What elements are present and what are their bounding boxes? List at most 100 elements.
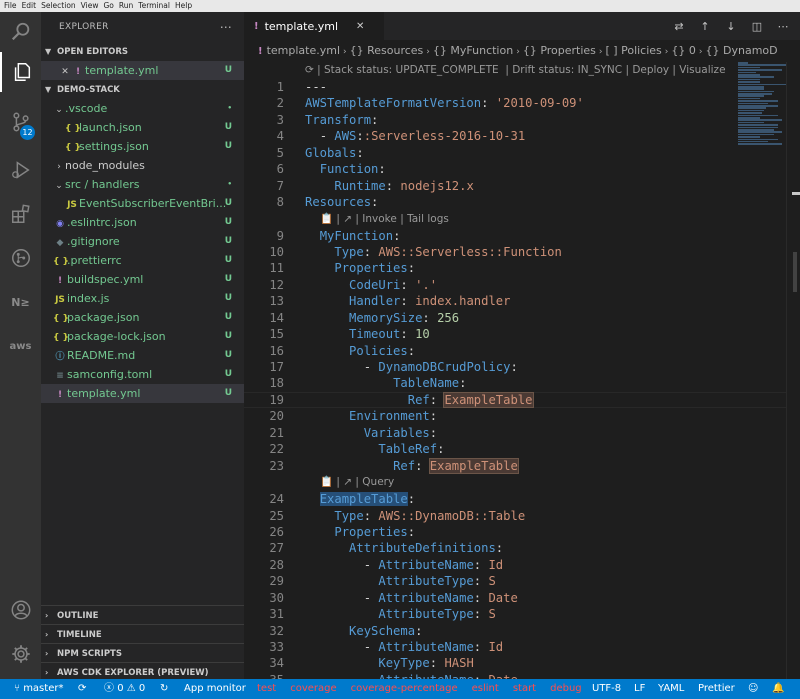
file-item[interactable]: JS index.js U <box>41 289 244 308</box>
code-line[interactable]: 32 KeySchema: <box>244 623 800 639</box>
file-item[interactable]: ◉ .eslintrc.json U <box>41 213 244 232</box>
code-line[interactable]: 25 Type: AWS::DynamoDB::Table <box>244 508 800 524</box>
code-lens[interactable]: 📋 | ↗ | Invoke | Tail logs <box>244 211 800 228</box>
breadcrumb-item[interactable]: Resources <box>367 44 423 57</box>
section-header[interactable]: › OUTLINE <box>41 605 244 624</box>
section-header[interactable]: › NPM SCRIPTS <box>41 643 244 662</box>
file-item[interactable]: JS EventSubscriberEventBri... U <box>41 194 244 213</box>
source-control-activity[interactable]: 12 <box>0 102 41 142</box>
code-line[interactable]: 28 - AttributeName: Id <box>244 557 800 573</box>
file-item[interactable]: ! buildspec.yml U <box>41 270 244 289</box>
file-item[interactable]: ⓘ README.md U <box>41 346 244 365</box>
npm-script-debug[interactable]: debug <box>550 683 582 694</box>
breadcrumb-item[interactable]: MyFunction <box>450 44 513 57</box>
aws-activity[interactable]: aws <box>0 326 41 366</box>
npm-script-start[interactable]: start <box>513 683 536 694</box>
feedback-icon[interactable]: ☺ <box>748 679 758 699</box>
code-line[interactable]: 26 Properties: <box>244 524 800 540</box>
breadcrumb-item[interactable]: Properties <box>540 44 596 57</box>
npm-script-coverage-percentage[interactable]: coverage-percentage <box>351 683 458 694</box>
split-editor-icon[interactable]: ◫ <box>744 20 770 33</box>
breadcrumb-item[interactable]: template.yml <box>267 44 340 57</box>
explorer-activity[interactable] <box>0 52 41 92</box>
code-line[interactable]: 5 Globals: <box>244 145 800 161</box>
code-line[interactable]: 23 Ref: ExampleTable <box>244 457 800 474</box>
code-lens-text[interactable]: 📋 | ↗ | Query <box>320 474 394 491</box>
folder-item[interactable]: › node_modules <box>41 156 244 175</box>
scrollbar-thumb[interactable] <box>793 252 797 292</box>
code-line[interactable]: 6 Function: <box>244 161 800 177</box>
folder-item[interactable]: ⌄ src / handlers • <box>41 175 244 194</box>
menu-item[interactable]: File <box>4 1 17 10</box>
code-line[interactable]: 4 - AWS::Serverless-2016-10-31 <box>244 128 800 144</box>
menu-item[interactable]: Help <box>175 1 192 10</box>
tab-template-yml[interactable]: ! template.yml ✕ <box>244 12 384 40</box>
file-item[interactable]: { }package.json U <box>41 308 244 327</box>
section-header[interactable]: › AWS CDK EXPLORER (PREVIEW) <box>41 662 244 679</box>
eol-status[interactable]: LF <box>634 679 645 699</box>
breadcrumb-item[interactable]: 0 <box>689 44 696 57</box>
menu-item[interactable]: Edit <box>22 1 37 10</box>
code-line[interactable]: 7 Runtime: nodejs12.x <box>244 178 800 194</box>
minimap[interactable] <box>738 62 798 145</box>
close-icon[interactable]: ✕ <box>59 63 71 80</box>
previous-change-icon[interactable]: ↑ <box>692 20 718 33</box>
file-item[interactable]: ◆ .gitignore U <box>41 232 244 251</box>
code-lens[interactable]: 📋 | ↗ | Query <box>244 474 800 491</box>
file-item[interactable]: { }settings.json U <box>41 137 244 156</box>
code-line[interactable]: 27 AttributeDefinitions: <box>244 540 800 556</box>
remote-activity[interactable] <box>0 238 41 278</box>
open-editor-item[interactable]: ✕! template.yml U <box>41 61 244 80</box>
code-line[interactable]: 2 AWSTemplateFormatVersion: '2010-09-09' <box>244 95 800 111</box>
search-activity[interactable] <box>0 12 41 52</box>
menu-item[interactable]: Go <box>103 1 113 10</box>
code-line[interactable]: 21 Variables: <box>244 425 800 441</box>
code-lens-text[interactable]: ⟳ | Stack status: UPDATE_COMPLETE | Drif… <box>305 62 726 79</box>
code-line[interactable]: 17 - DynamoDBCrudPolicy: <box>244 359 800 375</box>
open-changes-icon[interactable]: ⇄ <box>666 20 692 33</box>
code-line[interactable]: 3 Transform: <box>244 112 800 128</box>
more-actions-icon[interactable]: ⋯ <box>220 12 232 42</box>
folder-header[interactable]: ▼ DEMO-STACK <box>41 80 244 99</box>
code-line[interactable]: 19 Ref: ExampleTable <box>244 391 800 408</box>
section-header[interactable]: › TIMELINE <box>41 624 244 643</box>
code-line[interactable]: 15 Timeout: 10 <box>244 326 800 342</box>
code-line[interactable]: 14 MemorySize: 256 <box>244 310 800 326</box>
npm-script-coverage[interactable]: coverage <box>290 683 336 694</box>
run-debug-activity[interactable] <box>0 150 41 190</box>
language-status[interactable]: YAML <box>658 679 684 699</box>
code-line[interactable]: 22 TableRef: <box>244 441 800 457</box>
menu-item[interactable]: View <box>81 1 99 10</box>
extensions-activity[interactable] <box>0 194 41 234</box>
code-line[interactable]: 33 - AttributeName: Id <box>244 639 800 655</box>
code-line[interactable]: 10 Type: AWS::Serverless::Function <box>244 244 800 260</box>
code-line[interactable]: 30 - AttributeName: Date <box>244 590 800 606</box>
nx-activity[interactable]: N≥ <box>0 282 41 322</box>
branch-status[interactable]: ⑂ master* <box>14 679 63 699</box>
npm-script-test[interactable]: test <box>257 683 276 694</box>
npm-script-eslint[interactable]: eslint <box>472 683 499 694</box>
code-line[interactable]: 24 ExampleTable: <box>244 491 800 507</box>
code-line[interactable]: 8 Resources: <box>244 194 800 210</box>
code-line[interactable]: 1 --- <box>244 79 800 95</box>
folder-item[interactable]: ⌄ .vscode • <box>41 99 244 118</box>
file-item[interactable]: { }launch.json U <box>41 118 244 137</box>
code-line[interactable]: 9 MyFunction: <box>244 228 800 244</box>
code-line[interactable]: 16 Policies: <box>244 343 800 359</box>
code-editor[interactable]: ⟳ | Stack status: UPDATE_COMPLETE | Drif… <box>244 62 800 679</box>
file-item[interactable]: { }.prettierrc U <box>41 251 244 270</box>
menu-item[interactable]: Run <box>119 1 133 10</box>
code-line[interactable]: 35 - AttributeName: Date <box>244 672 800 679</box>
app-monitor-status[interactable]: App monitor <box>184 679 246 699</box>
history-icon[interactable]: ↻ <box>160 679 168 699</box>
accounts-activity[interactable] <box>0 590 41 630</box>
more-actions-icon[interactable]: ⋯ <box>770 20 796 33</box>
encoding-status[interactable]: UTF-8 <box>592 679 621 699</box>
code-line[interactable]: 31 AttributeType: S <box>244 606 800 622</box>
menu-item[interactable]: Terminal <box>138 1 170 10</box>
open-editors-header[interactable]: ▼ OPEN EDITORS <box>41 42 244 61</box>
next-change-icon[interactable]: ↓ <box>718 20 744 33</box>
close-icon[interactable]: ✕ <box>356 21 364 32</box>
code-line[interactable]: 12 CodeUri: '.' <box>244 277 800 293</box>
formatter-status[interactable]: Prettier <box>698 679 735 699</box>
